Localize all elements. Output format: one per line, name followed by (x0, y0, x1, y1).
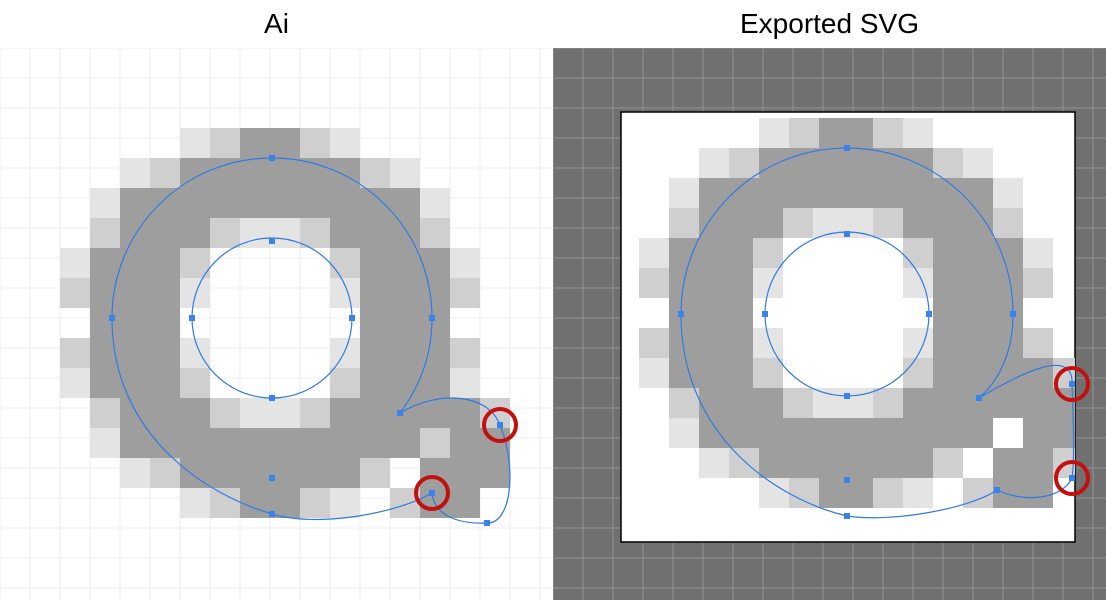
anchor-point (269, 155, 275, 161)
anchor-point (844, 231, 850, 237)
anchor-point (484, 520, 490, 526)
anchor-point (844, 477, 850, 483)
comparison-container: Ai (0, 0, 1106, 600)
panel-ai-canvas (0, 48, 553, 600)
anchor-point (926, 311, 932, 317)
anchor-point (269, 511, 275, 517)
anchor-point (429, 315, 435, 321)
anchor-point (349, 315, 355, 321)
panel-ai-svg (0, 48, 553, 600)
anchor-point (269, 238, 275, 244)
anchor-point (762, 311, 768, 317)
anchor-point (1069, 475, 1075, 481)
panel-svg-svg (553, 48, 1106, 600)
panel-svg-title: Exported SVG (553, 8, 1106, 40)
anchor-point (497, 422, 503, 428)
anchor-point (189, 315, 195, 321)
anchor-point (844, 393, 850, 399)
anchor-point (269, 475, 275, 481)
anchor-point (844, 145, 850, 151)
anchor-point (109, 315, 115, 321)
panel-ai: Ai (0, 0, 553, 600)
anchor-point (1069, 381, 1075, 387)
panel-ai-title: Ai (0, 8, 553, 40)
anchor-point (994, 487, 1000, 493)
anchor-point (678, 311, 684, 317)
panel-svg: Exported SVG (553, 0, 1106, 600)
anchor-point (429, 490, 435, 496)
anchor-point (844, 513, 850, 519)
anchor-point (397, 410, 403, 416)
anchor-point (976, 395, 982, 401)
panel-svg-canvas (553, 48, 1106, 600)
anchor-point (269, 395, 275, 401)
pixel-shape (60, 128, 510, 518)
anchor-point (1010, 311, 1016, 317)
